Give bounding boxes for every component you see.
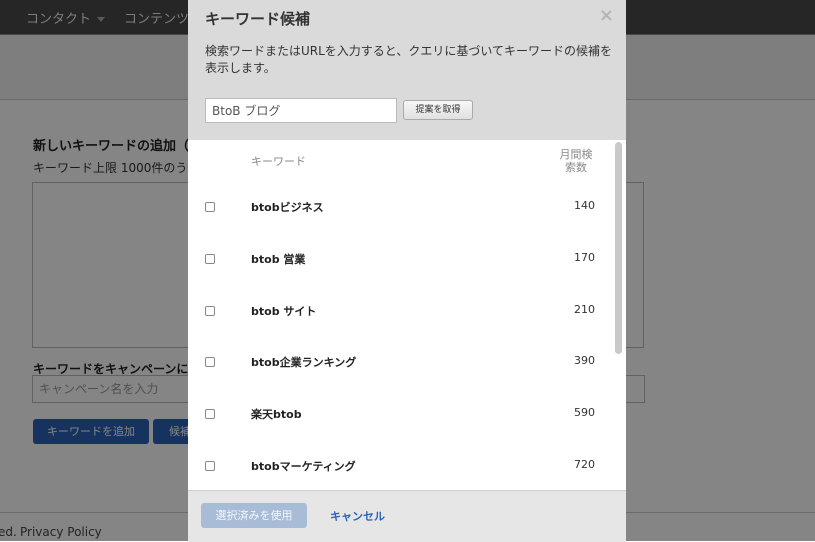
cancel-link[interactable]: キャンセル	[330, 508, 385, 524]
keyword-text: btob サイト	[251, 305, 317, 318]
keyword-checkbox[interactable]	[205, 461, 215, 471]
keyword-volume: 590	[574, 406, 595, 419]
keyword-list-header: キーワード 月間検索数	[188, 140, 613, 185]
keyword-volume: 140	[574, 199, 595, 212]
keyword-volume: 210	[574, 303, 595, 316]
keyword-text: 楽天btob	[251, 408, 302, 421]
keyword-checkbox[interactable]	[205, 202, 215, 212]
close-icon[interactable]: ×	[599, 6, 614, 26]
modal-footer: 選択済みを使用 キャンセル	[188, 490, 626, 542]
keyword-row: btobマーケティング 720	[188, 452, 613, 482]
keyword-volume: 720	[574, 458, 595, 471]
column-header-keyword: キーワード	[251, 155, 306, 168]
keyword-text: btob 営業	[251, 253, 306, 266]
keyword-suggestions-modal: キーワード候補 × 検索ワードまたはURLを入力すると、クエリに基づいてキーワー…	[188, 0, 626, 542]
use-selected-button[interactable]: 選択済みを使用	[201, 503, 307, 528]
query-input[interactable]	[205, 98, 397, 123]
keyword-row: btob 営業 170	[188, 245, 613, 275]
keyword-checkbox[interactable]	[205, 254, 215, 264]
modal-title: キーワード候補	[205, 10, 311, 28]
keyword-checkbox[interactable]	[205, 409, 215, 419]
keyword-volume: 390	[574, 354, 595, 367]
get-suggestions-button[interactable]: 提案を取得	[403, 100, 473, 120]
keyword-row: btobビジネス 140	[188, 193, 613, 223]
keyword-list-scrollbar[interactable]	[615, 142, 622, 354]
keyword-checkbox[interactable]	[205, 357, 215, 367]
keyword-row: btob企業ランキング 390	[188, 348, 613, 378]
modal-description: 検索ワードまたはURLを入力すると、クエリに基づいてキーワードの候補を表示します…	[205, 44, 612, 75]
keyword-row: btob サイト 210	[188, 297, 613, 327]
keyword-text: btobビジネス	[251, 201, 324, 214]
keyword-checkbox[interactable]	[205, 306, 215, 316]
keyword-row: 楽天btob 590	[188, 400, 613, 430]
keyword-volume: 170	[574, 251, 595, 264]
keyword-text: btobマーケティング	[251, 460, 356, 473]
column-header-monthly-searches: 月間検索数	[559, 148, 593, 174]
keyword-text: btob企業ランキング	[251, 356, 357, 369]
keyword-list-panel: キーワード 月間検索数 btobビジネス 140 btob 営業 170 bto…	[188, 140, 626, 490]
